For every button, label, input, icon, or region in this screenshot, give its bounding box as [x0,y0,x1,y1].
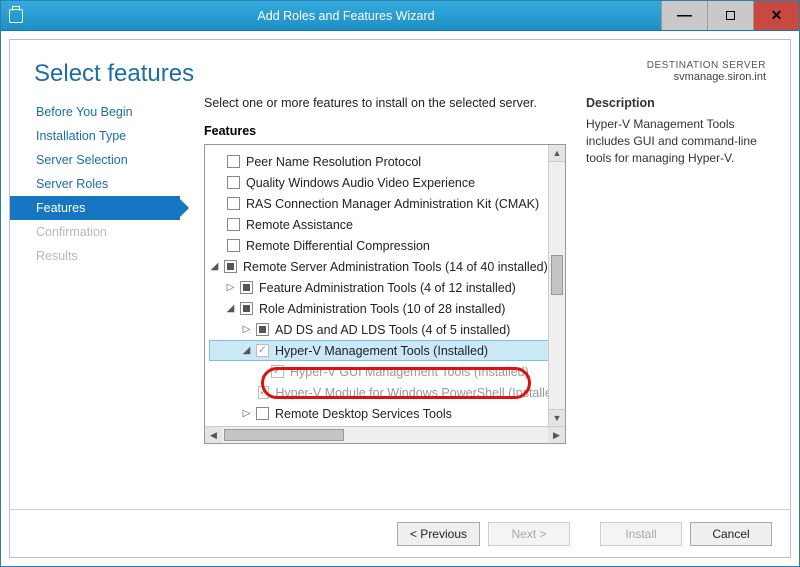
checkbox[interactable] [256,323,269,336]
checkbox[interactable] [271,365,284,378]
nav-results: Results [10,244,180,268]
checkbox[interactable] [227,197,240,210]
checkbox[interactable] [227,218,240,231]
feature-item[interactable]: ▷ AD DS and AD LDS Tools (4 of 5 install… [209,319,563,340]
feature-item[interactable]: Hyper-V GUI Management Tools (Installed) [209,361,563,382]
nav-server-selection[interactable]: Server Selection [10,148,180,172]
feature-item[interactable]: Peer Name Resolution Protocol [209,151,563,172]
checkbox[interactable] [256,344,269,357]
vertical-scrollbar[interactable]: ▲ ▼ [548,145,565,426]
destination-label: DESTINATION SERVER [647,60,766,71]
features-heading: Features [204,124,566,138]
content-frame: Select features DESTINATION SERVER svman… [9,39,791,558]
maximize-button[interactable] [707,1,753,30]
cancel-button[interactable]: Cancel [690,522,772,546]
features-listbox[interactable]: Peer Name Resolution Protocol Quality Wi… [204,144,566,444]
expander-icon[interactable]: ▷ [225,282,236,293]
instruction-text: Select one or more features to install o… [204,96,566,110]
nav-features[interactable]: Features [10,196,180,220]
install-button: Install [600,522,682,546]
scroll-thumb[interactable] [551,255,563,295]
expander-icon[interactable]: ◢ [225,303,236,314]
feature-item-hyperv[interactable]: ◢ Hyper-V Management Tools (Installed) [209,340,563,361]
nav-server-roles[interactable]: Server Roles [10,172,180,196]
nav-before-you-begin[interactable]: Before You Begin [10,100,180,124]
expander-icon[interactable]: ▷ [241,408,252,419]
checkbox[interactable] [227,176,240,189]
feature-item[interactable]: ▷ Feature Administration Tools (4 of 12 … [209,277,563,298]
checkbox[interactable] [256,407,269,420]
feature-item[interactable]: Hyper-V Module for Windows PowerShell (I… [209,382,563,403]
wizard-sidebar: Before You Begin Installation Type Serve… [10,96,180,501]
checkbox[interactable] [227,239,240,252]
app-icon [1,9,31,23]
features-column: Select one or more features to install o… [204,96,566,501]
window-title: Add Roles and Features Wizard [31,9,661,23]
description-heading: Description [586,96,766,110]
page-title: Select features [34,60,194,88]
scroll-down-icon[interactable]: ▼ [549,409,565,426]
description-text: Hyper-V Management Tools includes GUI an… [586,116,766,166]
close-button[interactable]: ✕ [753,1,799,30]
hscroll-track[interactable] [222,427,548,443]
checkbox[interactable] [224,260,237,273]
wizard-footer: < Previous Next > Install Cancel [10,509,790,557]
expander-icon[interactable]: ▷ [241,324,252,335]
main-pane: Select one or more features to install o… [180,96,766,501]
nav-installation-type[interactable]: Installation Type [10,124,180,148]
checkbox[interactable] [240,281,253,294]
feature-item[interactable]: ▷ Remote Desktop Services Tools [209,403,563,424]
previous-button[interactable]: < Previous [397,522,480,546]
scroll-up-icon[interactable]: ▲ [549,145,565,162]
window-controls: — ✕ [661,1,799,30]
feature-item[interactable]: Remote Differential Compression [209,235,563,256]
features-scroll-area: Peer Name Resolution Protocol Quality Wi… [205,145,565,426]
feature-item[interactable]: ▷ Windows Server Update Services Tools (… [209,424,563,426]
scroll-left-icon[interactable]: ◀ [205,427,222,443]
titlebar: Add Roles and Features Wizard — ✕ [1,1,799,31]
next-button: Next > [488,522,570,546]
feature-item[interactable]: Remote Assistance [209,214,563,235]
horizontal-scrollbar[interactable]: ◀ ▶ [205,426,565,443]
minimize-button[interactable]: — [661,1,707,30]
body-area: Before You Begin Installation Type Serve… [10,96,790,509]
feature-item[interactable]: RAS Connection Manager Administration Ki… [209,193,563,214]
features-list: Peer Name Resolution Protocol Quality Wi… [205,145,565,426]
header-area: Select features DESTINATION SERVER svman… [10,40,790,96]
expander-icon[interactable]: ◢ [241,345,252,356]
destination-server: svmanage.siron.int [647,71,766,83]
scroll-right-icon[interactable]: ▶ [548,427,565,443]
description-column: Description Hyper-V Management Tools inc… [586,96,766,501]
expander-icon[interactable]: ◢ [209,261,220,272]
checkbox[interactable] [240,302,253,315]
feature-item[interactable]: Quality Windows Audio Video Experience [209,172,563,193]
destination-block: DESTINATION SERVER svmanage.siron.int [647,60,766,83]
feature-item[interactable]: ◢ Role Administration Tools (10 of 28 in… [209,298,563,319]
checkbox[interactable] [227,155,240,168]
checkbox[interactable] [258,386,269,399]
feature-item[interactable]: ◢ Remote Server Administration Tools (14… [209,256,563,277]
wizard-window: Add Roles and Features Wizard — ✕ Select… [0,0,800,567]
hscroll-thumb[interactable] [224,429,344,441]
nav-confirmation: Confirmation [10,220,180,244]
